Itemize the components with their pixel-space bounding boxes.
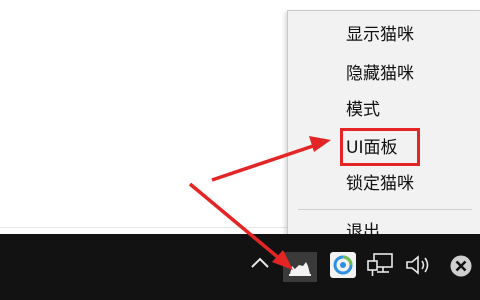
network-icon[interactable]	[366, 252, 394, 278]
menu-item-label: 模式	[346, 100, 380, 120]
cat-tray-icon[interactable]	[283, 252, 317, 282]
window-divider	[0, 227, 287, 228]
menu-item-mode[interactable]: 模式	[288, 95, 480, 125]
menu-item-label: 显示猫咪	[346, 25, 414, 45]
highlight-box	[340, 128, 420, 166]
tray-context-menu: 显示猫咪 隐藏猫咪 模式 UI面板 锁定猫咪 退出	[287, 10, 480, 242]
sync-app-icon[interactable]	[330, 252, 356, 278]
menu-separator	[298, 209, 472, 210]
menu-item-hide-cat[interactable]: 隐藏猫咪	[288, 59, 480, 89]
menu-item-show-cat[interactable]: 显示猫咪	[288, 20, 480, 50]
taskbar	[0, 234, 480, 300]
close-circle-icon[interactable]	[449, 254, 473, 278]
speaker-icon[interactable]	[404, 254, 434, 276]
menu-item-lock-cat[interactable]: 锁定猫咪	[288, 169, 480, 199]
chevron-up-icon[interactable]	[248, 254, 272, 272]
menu-item-label: 锁定猫咪	[346, 174, 414, 194]
menu-item-label: 隐藏猫咪	[346, 64, 414, 84]
